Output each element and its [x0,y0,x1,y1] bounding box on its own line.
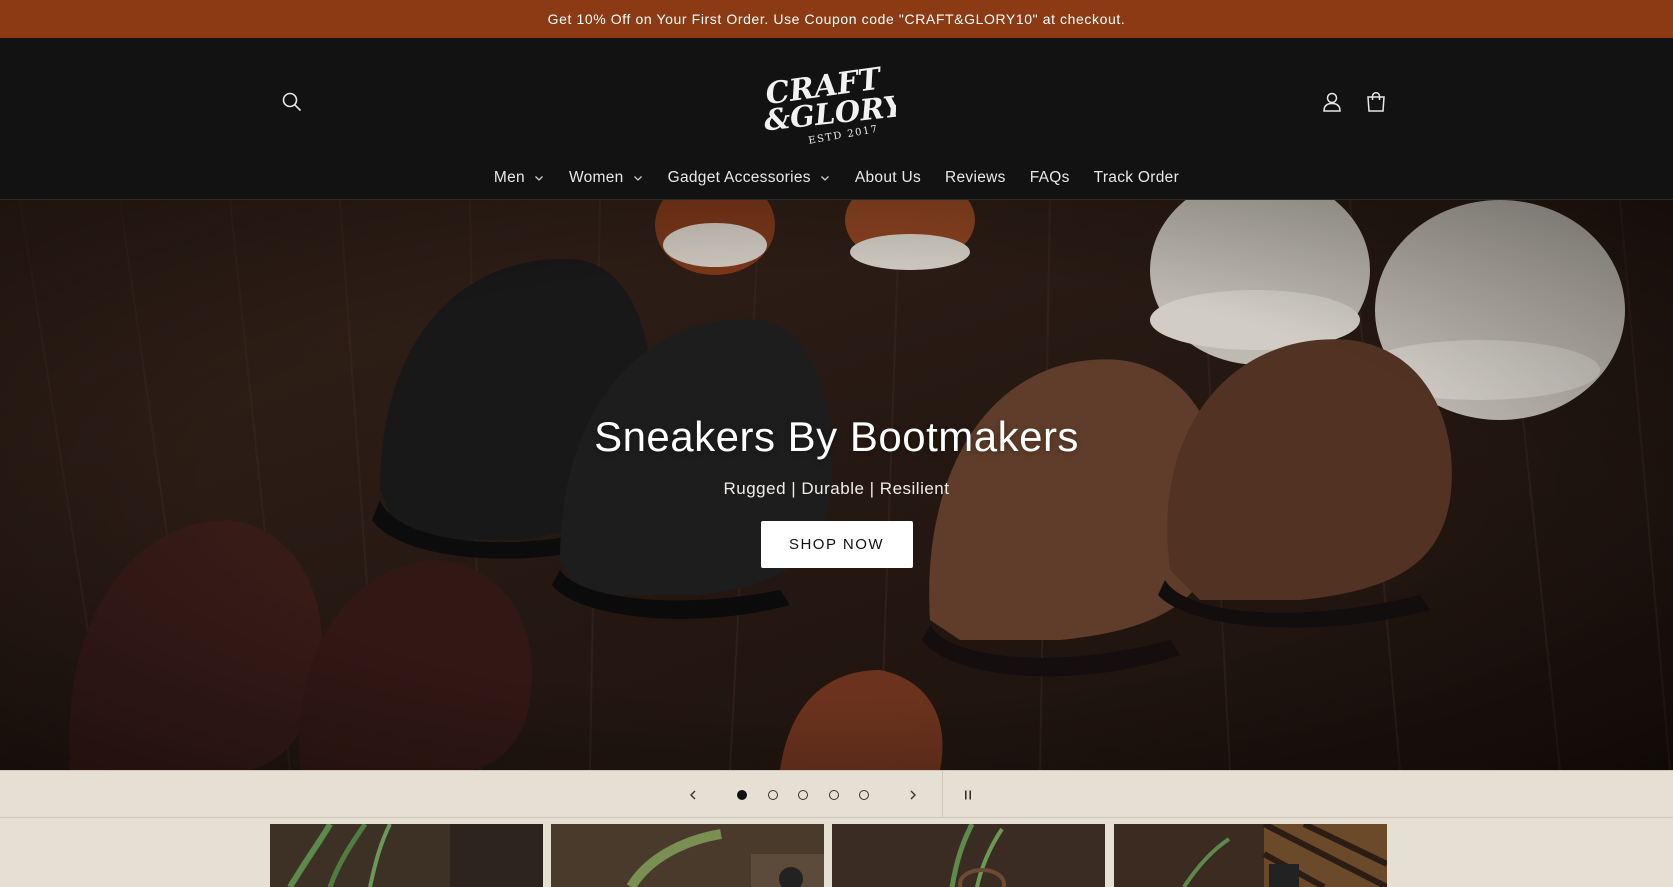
slideshow-controls [0,770,1673,819]
site-logo[interactable]: CRAFT &GLORY ESTD 2017 [756,62,896,144]
controls-divider [942,771,943,819]
hero-slideshow: Sneakers By Bootmakers Rugged | Durable … [0,200,1673,770]
cart-icon [1367,92,1385,112]
site-header: CRAFT &GLORY ESTD 2017 Men Women Gadget … [0,38,1673,200]
nav-label: FAQs [1029,169,1070,186]
cart-button[interactable] [1354,80,1398,124]
slide-dot-4[interactable] [827,788,841,802]
nav-label: Men [493,169,525,186]
chevron-right-icon [910,790,916,800]
slide-dot-1[interactable] [735,788,749,802]
nav-label: Women [568,169,624,186]
account-button[interactable] [1310,80,1354,124]
slide-dot-3[interactable] [796,788,810,802]
search-button[interactable] [270,80,314,124]
nav-label: Gadget Accessories [667,169,811,186]
collection-card-image[interactable] [551,824,824,887]
hero-subtitle: Rugged | Durable | Resilient [723,478,950,498]
pause-slideshow-button[interactable] [953,771,983,819]
nav-item-about-us[interactable]: About Us [843,169,933,187]
collection-card-image[interactable] [832,824,1105,887]
hero-title: Sneakers By Bootmakers [594,412,1079,460]
nav-item-track-order[interactable]: Track Order [1082,169,1191,187]
nav-item-faqs[interactable]: FAQs [1018,169,1082,187]
slide-dot-2[interactable] [766,788,780,802]
chevron-down-icon [535,176,543,181]
nav-item-men[interactable]: Men [482,169,557,187]
nav-label: Track Order [1093,169,1180,186]
nav-label: About Us [854,169,922,186]
collection-cards [0,818,1673,887]
previous-slide-button[interactable] [678,771,708,819]
search-icon [282,92,302,112]
collection-card-image[interactable] [1114,824,1387,887]
chevron-down-icon [820,176,829,181]
main-nav: Men Women Gadget Accessories About Us Re… [0,158,1673,198]
chevron-down-icon [633,176,642,181]
hero-content: Sneakers By Bootmakers Rugged | Durable … [0,200,1673,770]
slide-dot-5[interactable] [857,788,871,802]
shop-now-button[interactable]: SHOP NOW [760,520,913,568]
nav-label: Reviews [945,169,1006,186]
announcement-bar: Get 10% Off on Your First Order. Use Cou… [0,0,1673,38]
announcement-text: Get 10% Off on Your First Order. Use Cou… [547,11,1126,27]
chevron-left-icon [690,790,696,800]
account-icon [1323,92,1341,112]
nav-item-gadget-accessories[interactable]: Gadget Accessories [656,169,843,187]
nav-item-women[interactable]: Women [557,169,656,187]
collection-card-image[interactable] [270,824,543,887]
nav-item-reviews[interactable]: Reviews [933,169,1018,187]
pause-icon [965,790,971,800]
next-slide-button[interactable] [898,771,928,819]
